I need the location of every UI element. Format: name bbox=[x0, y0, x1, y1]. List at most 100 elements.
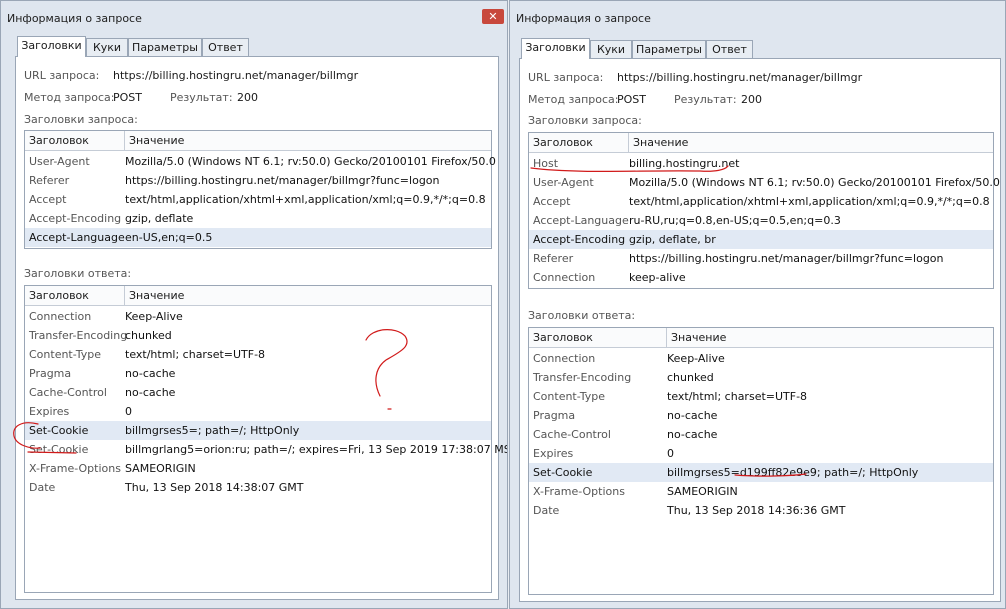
response-headers-table[interactable]: Заголовок Значение Connection Keep-Alive T… bbox=[24, 285, 507, 593]
table-row[interactable]: Transfer-Encoding chunked bbox=[529, 368, 993, 387]
window-title: Информация о запросе bbox=[516, 12, 651, 25]
table-row[interactable]: User-Agent Mozilla/5.0 (Windows NT 6.1; r… bbox=[25, 152, 496, 171]
column-header-name[interactable]: Заголовок bbox=[29, 289, 89, 302]
table-header: Заголовок Значение bbox=[25, 131, 491, 151]
header-name: Date bbox=[29, 481, 56, 494]
header-value: no-cache bbox=[667, 409, 718, 422]
url-label: URL запроса: bbox=[24, 69, 100, 82]
header-value: no-cache bbox=[125, 367, 176, 380]
table-row[interactable]: Set-Cookie billmgrses5=d199ff82e9e9; path… bbox=[529, 463, 993, 482]
headers-panel: URL запроса: https://billing.hostingru.n… bbox=[519, 58, 1001, 602]
header-value: gzip, deflate, br bbox=[629, 233, 716, 246]
close-button[interactable]: ✕ bbox=[482, 9, 504, 24]
header-value: https://billing.hostingru.net/manager/bi… bbox=[629, 252, 944, 265]
table-row[interactable]: Accept-Encoding gzip, deflate bbox=[25, 209, 491, 228]
table-row[interactable]: Accept text/html,application/xhtml+xml,ap… bbox=[25, 190, 491, 209]
header-value: text/html,application/xhtml+xml,applicat… bbox=[629, 195, 990, 208]
request-headers-table[interactable]: Заголовок Значение User-Agent Mozilla/5.0… bbox=[24, 130, 496, 249]
tab-headers[interactable]: Заголовки bbox=[521, 38, 590, 59]
table-row[interactable]: Set-Cookie billmgrses5=; path=/; HttpOnly bbox=[25, 421, 491, 440]
tab-cookies[interactable]: Куки bbox=[86, 38, 128, 56]
table-row[interactable]: Cache-Control no-cache bbox=[529, 425, 993, 444]
header-name: Accept-Language bbox=[29, 231, 125, 244]
header-value: Thu, 13 Sep 2018 14:38:07 GMT bbox=[125, 481, 304, 494]
table-header: Заголовок Значение bbox=[25, 286, 491, 306]
column-header-value[interactable]: Значение bbox=[671, 331, 726, 344]
tab-response[interactable]: Ответ bbox=[706, 40, 753, 58]
column-header-value[interactable]: Значение bbox=[129, 134, 184, 147]
header-name: Host bbox=[533, 157, 559, 170]
title-bar[interactable]: Информация о запросе ✕ bbox=[1, 1, 507, 29]
tab-params[interactable]: Параметры bbox=[632, 40, 706, 58]
table-row[interactable]: Referer https://billing.hostingru.net/man… bbox=[529, 249, 993, 268]
header-name: Content-Type bbox=[29, 348, 101, 361]
tab-headers[interactable]: Заголовки bbox=[17, 36, 86, 57]
header-name: Set-Cookie bbox=[29, 424, 89, 437]
table-header: Заголовок Значение bbox=[529, 133, 993, 153]
table-row[interactable]: Accept-Encoding gzip, deflate, br bbox=[529, 230, 993, 249]
table-row[interactable]: Expires 0 bbox=[25, 402, 491, 421]
table-row[interactable]: Transfer-Encoding chunked bbox=[25, 326, 491, 345]
header-value: ru-RU,ru;q=0.8,en-US;q=0.5,en;q=0.3 bbox=[629, 214, 841, 227]
header-name: User-Agent bbox=[29, 155, 90, 168]
header-name: Referer bbox=[29, 174, 70, 187]
table-row[interactable]: Accept text/html,application/xhtml+xml,ap… bbox=[529, 192, 993, 211]
result-value: 200 bbox=[237, 91, 258, 104]
tab-response[interactable]: Ответ bbox=[202, 38, 249, 56]
table-row[interactable]: Host billing.hostingru.net bbox=[529, 154, 993, 173]
header-name: Referer bbox=[533, 252, 574, 265]
header-value: gzip, deflate bbox=[125, 212, 194, 225]
title-bar[interactable]: Информация о запросе bbox=[510, 1, 1005, 29]
table-row[interactable]: X-Frame-Options SAMEORIGIN bbox=[529, 482, 993, 501]
header-value: SAMEORIGIN bbox=[667, 485, 738, 498]
table-row[interactable]: Content-Type text/html; charset=UTF-8 bbox=[529, 387, 993, 406]
tab-cookies[interactable]: Куки bbox=[590, 40, 632, 58]
tab-params[interactable]: Параметры bbox=[128, 38, 202, 56]
table-row[interactable]: Set-Cookie billmgrlang5=orion:ru; path=/;… bbox=[25, 440, 507, 459]
header-name: Transfer-Encoding bbox=[29, 329, 128, 342]
table-row[interactable]: Connection Keep-Alive bbox=[25, 307, 491, 326]
method-value: POST bbox=[113, 91, 142, 104]
column-header-value[interactable]: Значение bbox=[129, 289, 184, 302]
table-row[interactable]: Expires 0 bbox=[529, 444, 993, 463]
header-name: Cache-Control bbox=[29, 386, 107, 399]
table-header: Заголовок Значение bbox=[529, 328, 993, 348]
table-row[interactable]: Connection Keep-Alive bbox=[529, 349, 993, 368]
request-headers-table[interactable]: Заголовок Значение Host billing.hostingru… bbox=[528, 132, 1000, 289]
header-value: Mozilla/5.0 (Windows NT 6.1; rv:50.0) Ge… bbox=[125, 155, 496, 168]
table-row[interactable]: Pragma no-cache bbox=[529, 406, 993, 425]
table-row[interactable]: Accept-Language ru-RU,ru;q=0.8,en-US;q=0.… bbox=[529, 211, 993, 230]
method-label: Метод запроса: bbox=[24, 91, 115, 104]
header-value: no-cache bbox=[667, 428, 718, 441]
table-row[interactable]: Accept-Language en-US,en;q=0.5 bbox=[25, 228, 491, 247]
table-row[interactable]: Referer https://billing.hostingru.net/man… bbox=[25, 171, 491, 190]
table-row[interactable]: Connection keep-alive bbox=[529, 268, 993, 287]
table-row[interactable]: X-Frame-Options SAMEORIGIN bbox=[25, 459, 491, 478]
column-header-name[interactable]: Заголовок bbox=[533, 136, 593, 149]
result-value: 200 bbox=[741, 93, 762, 106]
response-headers-table[interactable]: Заголовок Значение Connection Keep-Alive T… bbox=[528, 327, 994, 595]
table-row[interactable]: Pragma no-cache bbox=[25, 364, 491, 383]
column-header-name[interactable]: Заголовок bbox=[29, 134, 89, 147]
url-label: URL запроса: bbox=[528, 71, 604, 84]
method-label: Метод запроса: bbox=[528, 93, 619, 106]
headers-panel: URL запроса: https://billing.hostingru.n… bbox=[15, 56, 507, 600]
response-headers-label: Заголовки ответа: bbox=[24, 267, 132, 280]
table-row[interactable]: Date Thu, 13 Sep 2018 14:38:07 GMT bbox=[25, 478, 491, 497]
header-name: Accept bbox=[533, 195, 571, 208]
header-value: chunked bbox=[125, 329, 172, 342]
header-name: Connection bbox=[533, 271, 596, 284]
header-value: Keep-Alive bbox=[667, 352, 725, 365]
header-name: Cache-Control bbox=[533, 428, 611, 441]
column-header-value[interactable]: Значение bbox=[633, 136, 688, 149]
request-headers-label: Заголовки запроса: bbox=[24, 113, 138, 126]
table-row[interactable]: Content-Type text/html; charset=UTF-8 bbox=[25, 345, 491, 364]
column-header-name[interactable]: Заголовок bbox=[533, 331, 593, 344]
header-value: billmgrses5=d199ff82e9e9; path=/; HttpOn… bbox=[667, 466, 919, 479]
result-label: Результат: bbox=[170, 91, 233, 104]
header-value: Keep-Alive bbox=[125, 310, 183, 323]
table-row[interactable]: Date Thu, 13 Sep 2018 14:36:36 GMT bbox=[529, 501, 993, 520]
header-value: text/html; charset=UTF-8 bbox=[125, 348, 266, 361]
table-row[interactable]: Cache-Control no-cache bbox=[25, 383, 491, 402]
table-row[interactable]: User-Agent Mozilla/5.0 (Windows NT 6.1; r… bbox=[529, 173, 1000, 192]
